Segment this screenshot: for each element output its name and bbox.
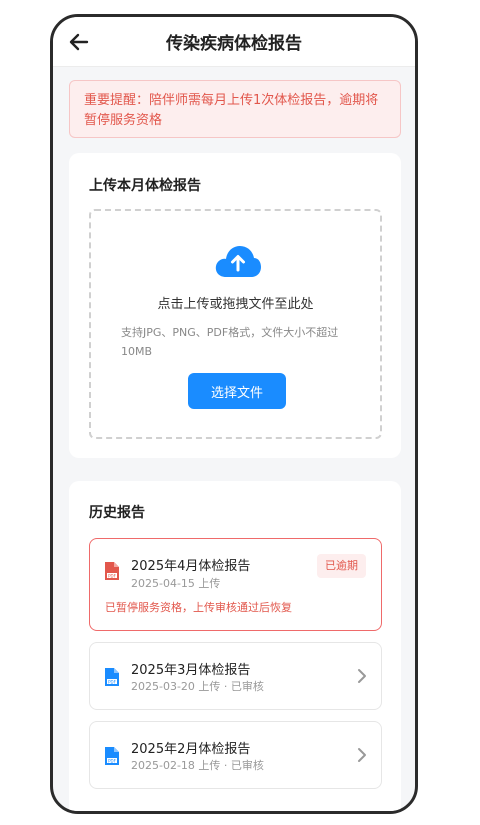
report-name: 2025年2月体检报告 — [131, 742, 251, 757]
arrow-left-icon[interactable] — [67, 30, 91, 54]
phone-frame: 传染疾病体检报告 重要提醒：陪伴师需每月上传1次体检报告，逾期将暂停服务资格 上… — [50, 14, 418, 814]
pdf-file-icon: PDF — [105, 668, 119, 686]
file-hint: 支持JPG、PNG、PDF格式，文件大小不超过10MB — [121, 326, 339, 358]
page-title: 传染疾病体检报告 — [166, 34, 302, 54]
history-title: 历史报告 — [89, 505, 145, 521]
suspension-warning: 已暂停服务资格，上传审核通过后恢复 — [105, 601, 292, 614]
pdf-file-icon: PDF — [105, 747, 119, 765]
svg-text:PDF: PDF — [108, 573, 116, 578]
header: 传染疾病体检报告 — [53, 17, 415, 67]
svg-text:PDF: PDF — [108, 679, 116, 684]
report-item-2025-02[interactable]: PDF 2025年2月体检报告 2025-02-18 上传 · 已审核 — [89, 721, 382, 789]
upload-dropzone[interactable]: 点击上传或拖拽文件至此处 支持JPG、PNG、PDF格式，文件大小不超过10MB… — [89, 209, 382, 439]
report-item-2025-03[interactable]: PDF 2025年3月体检报告 2025-03-20 上传 · 已审核 — [89, 642, 382, 710]
report-item-2025-04[interactable]: PDF 2025年4月体检报告 2025-04-15 上传 已逾期 已暂停服务资… — [89, 538, 382, 631]
overdue-badge: 已逾期 — [317, 554, 366, 578]
cloud-upload-icon — [215, 246, 261, 277]
pdf-file-icon: PDF — [105, 562, 119, 580]
alert-banner: 重要提醒：陪伴师需每月上传1次体检报告，逾期将暂停服务资格 — [69, 80, 401, 138]
drop-instruction: 点击上传或拖拽文件至此处 — [157, 297, 314, 312]
svg-text:PDF: PDF — [108, 758, 116, 763]
upload-card: 上传本月体检报告 点击上传或拖拽文件至此处 支持JPG、PNG、PDF格式，文件… — [69, 153, 401, 458]
upload-title: 上传本月体检报告 — [89, 178, 201, 194]
history-card: 历史报告 PDF 2025年4月体检报告 2025-04-15 上传 已逾期 已… — [69, 481, 401, 811]
chevron-right-icon[interactable] — [357, 747, 367, 763]
report-date: 2025-02-18 上传 · 已审核 — [131, 759, 264, 772]
report-name: 2025年3月体检报告 — [131, 663, 251, 678]
report-date: 2025-04-15 上传 — [131, 577, 221, 590]
report-name: 2025年4月体检报告 — [131, 559, 251, 574]
report-date: 2025-03-20 上传 · 已审核 — [131, 680, 264, 693]
chevron-right-icon[interactable] — [357, 668, 367, 684]
select-file-button[interactable]: 选择文件 — [188, 373, 286, 409]
